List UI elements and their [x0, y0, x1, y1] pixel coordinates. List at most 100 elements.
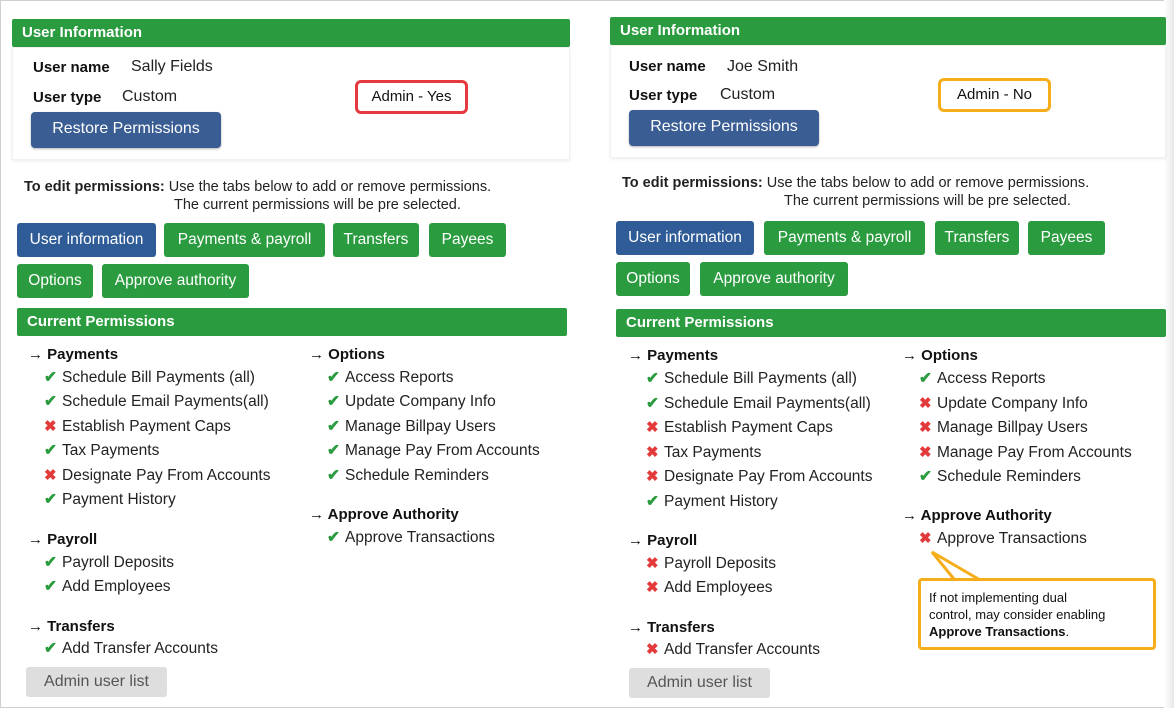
permission-item: ✔ Update Company Info [327, 392, 496, 411]
permission-item: ✔ Schedule Email Payments(all) [646, 394, 871, 413]
edit-note-line2: The current permissions will be pre sele… [174, 197, 461, 213]
tab-payments-payroll[interactable]: Payments & payroll [164, 223, 325, 257]
check-icon: ✔ [919, 468, 932, 486]
permission-label: Manage Billpay Users [937, 419, 1088, 437]
permission-label: Update Company Info [345, 393, 496, 411]
options-section-heading: → Options [309, 346, 385, 363]
permission-label: Schedule Reminders [937, 468, 1081, 486]
approve-authority-section-heading: → Approve Authority [902, 507, 1052, 524]
payments-section-heading: → Payments [28, 346, 119, 363]
check-icon: ✔ [646, 493, 659, 510]
tab-transfers[interactable]: Transfers [333, 223, 419, 257]
permission-label: Payment History [664, 493, 778, 510]
tip-line1: If not implementing dual [929, 590, 1068, 605]
permission-item: ✖ Establish Payment Caps [646, 418, 833, 437]
tab-options[interactable]: Options [17, 264, 93, 298]
tab-user-information[interactable]: User information [17, 223, 156, 257]
permission-item: ✔ Schedule Reminders [919, 467, 1081, 486]
permission-label: Approve Transactions [937, 530, 1087, 547]
user-information-header: User Information [610, 17, 1166, 45]
permission-item: ✔ Payment History [44, 490, 176, 509]
check-icon: ✔ [327, 442, 340, 460]
permission-item: ✖ Establish Payment Caps [44, 417, 231, 436]
check-icon: ✔ [327, 393, 340, 411]
cross-icon: ✖ [646, 579, 659, 596]
edit-note-bold: To edit permissions: [24, 179, 165, 195]
edit-note-line2: The current permissions will be pre sele… [784, 193, 1071, 209]
edit-permissions-note: To edit permissions: Use the tabs below … [622, 174, 1089, 210]
permission-item: ✔ Access Reports [327, 368, 454, 387]
tab-options[interactable]: Options [616, 262, 690, 296]
payroll-section-heading: → Payroll [628, 532, 698, 549]
permission-label: Schedule Bill Payments (all) [664, 370, 857, 387]
user-type-value: Custom [720, 86, 776, 103]
restore-permissions-button[interactable]: Restore Permissions [31, 112, 221, 148]
current-permissions-header: Current Permissions [616, 309, 1166, 337]
dual-control-tip: If not implementing dual control, may co… [918, 578, 1156, 650]
permission-label: Payroll Deposits [62, 554, 174, 571]
tab-payees[interactable]: Payees [429, 223, 506, 257]
user-type-value: Custom [122, 88, 178, 105]
permission-item: ✔ Payment History [646, 492, 778, 511]
permission-label: Designate Pay From Accounts [664, 468, 873, 486]
permission-label: Establish Payment Caps [664, 419, 833, 437]
cross-icon: ✖ [646, 443, 659, 461]
current-permissions-header: Current Permissions [17, 308, 567, 336]
edit-note-line1: Use the tabs below to add or remove perm… [762, 175, 1090, 191]
cross-icon: ✖ [44, 417, 57, 435]
permission-label: Manage Billpay Users [345, 417, 496, 435]
permission-item: ✔ Schedule Email Payments(all) [44, 392, 269, 411]
tab-transfers[interactable]: Transfers [935, 221, 1019, 255]
approve-authority-section-heading: → Approve Authority [309, 506, 459, 523]
check-icon: ✔ [44, 491, 57, 508]
permission-item: ✖ Add Transfer Accounts [646, 640, 820, 659]
permission-item: ✔ Access Reports [919, 369, 1046, 388]
user-type-label: User type [629, 87, 698, 104]
user-info-box: User name Joe Smith User type Custom Res… [610, 45, 1166, 158]
user-info-box: User name Sally Fields User type Custom … [12, 47, 570, 160]
permission-label: Tax Payments [62, 442, 160, 460]
permission-item: ✖ Payroll Deposits [646, 554, 776, 573]
permission-label: Add Transfer Accounts [664, 641, 820, 658]
admin-user-list-button[interactable]: Admin user list [629, 668, 770, 698]
admin-user-list-button[interactable]: Admin user list [26, 667, 167, 697]
check-icon: ✔ [44, 640, 57, 657]
permission-label: Schedule Bill Payments (all) [62, 369, 255, 386]
options-section-heading: → Options [902, 347, 978, 364]
permission-item: ✔ Tax Payments [44, 441, 159, 460]
permission-item: ✖ Update Company Info [919, 394, 1088, 413]
check-icon: ✔ [327, 466, 340, 484]
restore-permissions-button[interactable]: Restore Permissions [629, 110, 819, 146]
permission-item: ✔ Schedule Bill Payments (all) [44, 368, 255, 387]
check-icon: ✔ [44, 369, 57, 386]
permission-label: Add Employees [664, 579, 773, 596]
tab-approve-authority[interactable]: Approve authority [700, 262, 848, 296]
check-icon: ✔ [646, 394, 659, 412]
user-name-value: Joe Smith [727, 58, 799, 75]
cross-icon: ✖ [646, 419, 659, 437]
permission-label: Designate Pay From Accounts [62, 466, 271, 484]
tab-payees[interactable]: Payees [1028, 221, 1105, 255]
permission-item: ✖ Approve Transactions [919, 529, 1087, 548]
tab-payments-payroll[interactable]: Payments & payroll [764, 221, 925, 255]
permission-label: Schedule Email Payments(all) [62, 393, 269, 411]
permission-label: Update Company Info [937, 394, 1088, 412]
cross-icon: ✖ [44, 466, 57, 484]
tip-bold: Approve Transactions [929, 624, 1066, 639]
permission-item: ✔ Approve Transactions [327, 528, 495, 547]
permission-item: ✖ Designate Pay From Accounts [646, 467, 873, 486]
cross-icon: ✖ [919, 419, 932, 437]
cross-icon: ✖ [919, 530, 932, 547]
transfers-section-heading: → Transfers [28, 618, 115, 635]
check-icon: ✔ [44, 554, 57, 571]
permission-label: Access Reports [345, 369, 454, 386]
left-user-panel: User Information User name Sally Fields … [0, 0, 590, 708]
permission-item: ✔ Schedule Reminders [327, 466, 489, 485]
edit-permissions-note: To edit permissions: Use the tabs below … [24, 178, 491, 214]
user-type-label: User type [33, 89, 102, 106]
permission-item: ✖ Add Employees [646, 578, 773, 597]
permission-label: Schedule Email Payments(all) [664, 394, 871, 412]
tab-user-information[interactable]: User information [616, 221, 754, 255]
user-name-label: User name [629, 58, 706, 75]
tab-approve-authority[interactable]: Approve authority [102, 264, 249, 298]
